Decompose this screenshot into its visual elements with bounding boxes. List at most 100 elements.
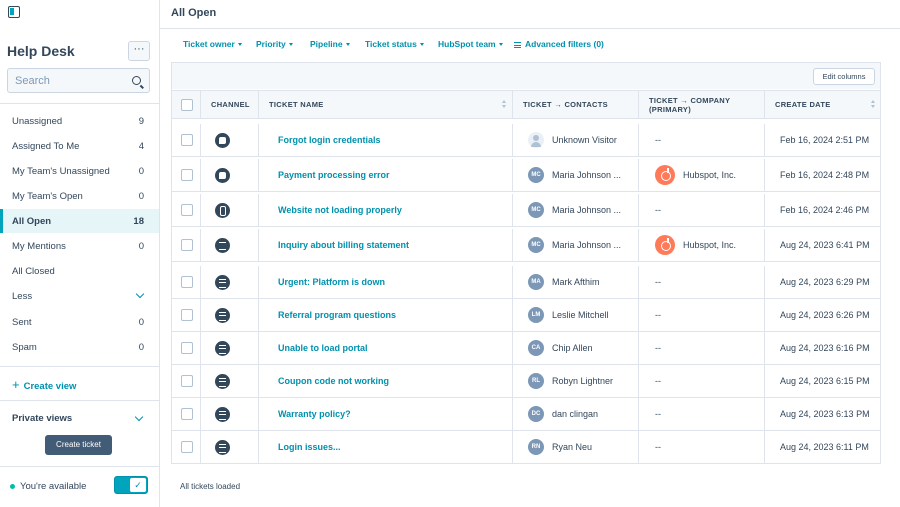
contact-name[interactable]: Unknown Visitor	[552, 135, 617, 145]
table-row[interactable]: Urgent: Platform is down MA Mark Afthim -- A…	[172, 266, 880, 299]
sidebar-item-count: 18	[133, 216, 144, 227]
filter-dropdown[interactable]: HubSpot team	[438, 39, 503, 49]
create-view-link[interactable]: + Create view	[12, 377, 76, 392]
contact-name[interactable]: Chip Allen	[552, 343, 593, 353]
row-checkbox-cell	[172, 299, 201, 332]
sidebar-toggle-icon[interactable]	[8, 6, 20, 18]
ticket-name-link[interactable]: Forgot login credentials	[278, 135, 381, 145]
create-ticket-button[interactable]: Create ticket	[45, 435, 112, 455]
company-name[interactable]: Hubspot, Inc.	[683, 240, 736, 250]
ticket-name-link[interactable]: Coupon code not working	[278, 376, 389, 386]
select-all-checkbox[interactable]	[181, 99, 193, 111]
sidebar-item-label: Assigned To Me	[12, 141, 80, 152]
row-checkbox[interactable]	[181, 441, 193, 453]
search-input[interactable]	[8, 69, 118, 92]
search-icon[interactable]	[132, 76, 141, 85]
ticket-name-link[interactable]: Payment processing error	[278, 170, 390, 180]
edit-columns-button[interactable]: Edit columns	[813, 68, 875, 85]
row-checkbox[interactable]	[181, 408, 193, 420]
company-name: --	[655, 277, 661, 287]
ticket-name-link[interactable]: Login issues...	[278, 442, 341, 452]
column-create-date[interactable]: CREATE DATE	[765, 91, 880, 119]
sidebar-item[interactable]: Spam 0	[0, 335, 159, 359]
column-company[interactable]: TICKET → COMPANY (PRIMARY)	[639, 91, 765, 119]
table-row[interactable]: Unable to load portal CA Chip Allen -- Aug 2…	[172, 332, 880, 365]
phone-icon	[215, 203, 230, 218]
caret-down-icon	[237, 43, 242, 47]
table-row[interactable]: Warranty policy? DC dan clingan -- Aug 24, 2…	[172, 398, 880, 431]
row-checkbox[interactable]	[181, 342, 193, 354]
contact-name[interactable]: Leslie Mitchell	[552, 310, 609, 320]
sort-icon[interactable]	[871, 100, 876, 110]
sidebar-item[interactable]: Less	[0, 284, 159, 308]
sidebar-item[interactable]: My Team's Unassigned 0	[0, 159, 159, 183]
sidebar-item[interactable]: My Team's Open 0	[0, 184, 159, 208]
filter-dropdown[interactable]: Ticket status	[365, 39, 424, 49]
column-contacts[interactable]: TICKET → CONTACTS	[513, 91, 639, 119]
contact-name[interactable]: Maria Johnson ...	[552, 240, 621, 250]
row-checkbox[interactable]	[181, 204, 193, 216]
row-checkbox[interactable]	[181, 169, 193, 181]
private-views-header[interactable]: Private views	[12, 413, 72, 424]
sidebar-item[interactable]: Assigned To Me 4	[0, 134, 159, 158]
table-row[interactable]: Forgot login credentials Unknown Visitor -…	[172, 124, 880, 157]
row-checkbox[interactable]	[181, 276, 193, 288]
ticket-name-link[interactable]: Urgent: Platform is down	[278, 277, 385, 287]
advanced-filters-button[interactable]: Advanced filters (0)	[514, 39, 604, 49]
sidebar-item[interactable]: Unassigned 9	[0, 109, 159, 133]
sidebar-item-count: 0	[138, 166, 144, 177]
channel-cell	[201, 124, 259, 157]
create-view-label: Create view	[23, 381, 77, 392]
filter-dropdown[interactable]: Ticket owner	[183, 39, 242, 49]
channel-cell	[201, 159, 259, 192]
contact-name[interactable]: Maria Johnson ...	[552, 205, 621, 215]
company-name[interactable]: Hubspot, Inc.	[683, 170, 736, 180]
row-checkbox[interactable]	[181, 375, 193, 387]
filter-dropdown[interactable]: Priority	[256, 39, 293, 49]
filter-dropdown[interactable]: Pipeline	[310, 39, 350, 49]
chevron-down-icon[interactable]	[134, 412, 144, 422]
table-row[interactable]: Payment processing error MC Maria Johnson …	[172, 159, 880, 192]
create-date: Aug 24, 2023 6:41 PM	[780, 240, 870, 250]
ticket-name-link[interactable]: Warranty policy?	[278, 409, 351, 419]
contact-name[interactable]: Ryan Neu	[552, 442, 592, 452]
row-checkbox[interactable]	[181, 134, 193, 146]
filter-label: Pipeline	[310, 39, 343, 49]
table-row[interactable]: Referral program questions LM Leslie Mitch…	[172, 299, 880, 332]
contact-name[interactable]: Maria Johnson ...	[552, 170, 621, 180]
company-name: --	[655, 442, 661, 452]
sidebar-item-count: 0	[138, 241, 144, 252]
sidebar-item[interactable]: Sent 0	[0, 310, 159, 334]
sidebar-item[interactable]: All Open 18	[0, 209, 159, 233]
ticket-name-link[interactable]: Website not loading properly	[278, 205, 402, 215]
row-checkbox[interactable]	[181, 309, 193, 321]
caret-down-icon	[345, 43, 350, 47]
table-row[interactable]: Website not loading properly MC Maria John…	[172, 194, 880, 227]
contact-name[interactable]: dan clingan	[552, 409, 598, 419]
sort-icon[interactable]	[502, 100, 507, 110]
status-dot-icon	[10, 483, 15, 489]
row-checkbox[interactable]	[181, 239, 193, 251]
row-checkbox-cell	[172, 431, 201, 463]
ticket-name-link[interactable]: Inquiry about billing statement	[278, 240, 409, 250]
column-ticket-name[interactable]: TICKET NAME	[259, 91, 513, 119]
avatar: MA	[528, 274, 544, 290]
more-options-button[interactable]: ···	[128, 41, 150, 61]
table-row[interactable]: Coupon code not working RL Robyn Lightner -…	[172, 365, 880, 398]
advanced-filters-label: Advanced filters (0)	[525, 39, 604, 49]
form-icon	[215, 440, 230, 455]
column-channel[interactable]: CHANNEL	[201, 91, 259, 119]
contact-name[interactable]: Robyn Lightner	[552, 376, 613, 386]
sidebar-item[interactable]: All Closed	[0, 259, 159, 283]
form-icon	[215, 275, 230, 290]
sidebar-item[interactable]: My Mentions 0	[0, 234, 159, 258]
ticket-name-link[interactable]: Referral program questions	[278, 310, 396, 320]
create-date: Feb 16, 2024 2:48 PM	[780, 170, 870, 180]
row-checkbox-cell	[172, 332, 201, 365]
contact-name[interactable]: Mark Afthim	[552, 277, 600, 287]
search-box	[7, 68, 150, 93]
table-row[interactable]: Login issues... RN Ryan Neu -- Aug 24, 2023 …	[172, 431, 880, 463]
ticket-name-link[interactable]: Unable to load portal	[278, 343, 368, 353]
table-row[interactable]: Inquiry about billing statement MC Maria J…	[172, 229, 880, 262]
availability-toggle[interactable]: ✓	[114, 476, 148, 494]
